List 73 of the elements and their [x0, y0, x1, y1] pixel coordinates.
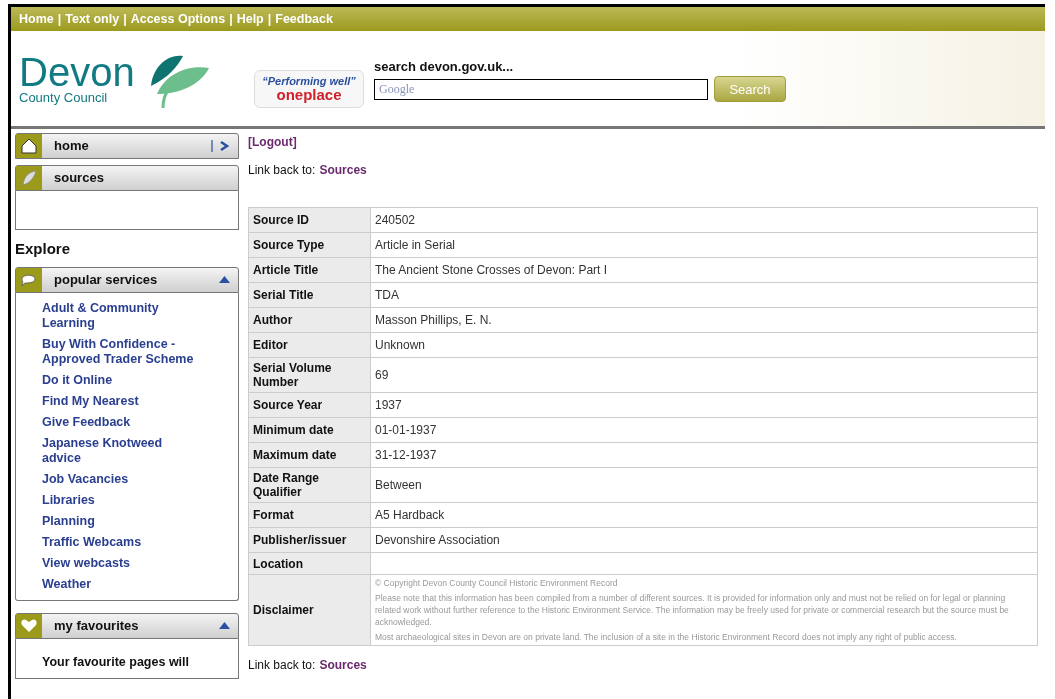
field-value: Article in Serial — [370, 232, 1038, 258]
disclaimer-text: Most archaeological sites in Devon are on private land. The inclusion of a site in the Historic Environment Record does not imply any right of public access. — [375, 631, 958, 643]
service-link[interactable]: Libraries — [42, 492, 202, 508]
field-value: 31-12-1937 — [370, 442, 1038, 468]
panel-title: popular services — [54, 270, 159, 289]
chevron-right-icon[interactable] — [210, 139, 230, 153]
panel-header[interactable]: home — [15, 133, 239, 159]
logout-link[interactable]: [Logout] — [248, 133, 297, 151]
disclaimer-text: © Copyright Devon County Council Historic Environment Record — [375, 577, 619, 589]
field-label: Source ID — [248, 207, 371, 233]
field-value: 69 — [370, 357, 1038, 393]
service-link[interactable]: Buy With Confidence - Approved Trader Scheme — [42, 336, 202, 367]
service-link[interactable]: Job Vacancies — [42, 471, 202, 487]
field-value: 01-01-1937 — [370, 417, 1038, 443]
disclaimer-text: Please note that this information has been compiled from a number of different sources. It is provided for information only and must not be relied on for legal or planning related work without further reference to the Historic Environment Service. The information may be freely used for private or commercial research but the source must be acknowledged. — [375, 592, 1010, 628]
search-field[interactable]: Google — [374, 78, 708, 100]
service-link[interactable]: Planning — [42, 513, 202, 529]
panel-title: sources — [54, 169, 105, 188]
field-label: Maximum date — [248, 442, 371, 468]
field-label: Serial Title — [248, 282, 371, 308]
field-label: Date Range Qualifier — [248, 467, 371, 503]
collapse-arrow-icon[interactable] — [219, 276, 230, 283]
field-value: A5 Hardback — [370, 502, 1038, 528]
service-link[interactable]: Adult & Community Learning — [42, 300, 202, 331]
search-label: search devon.gov.uk... — [374, 57, 515, 76]
service-link[interactable]: View webcasts — [42, 555, 202, 571]
panel-header[interactable]: sources — [15, 165, 239, 191]
field-label: Disclaimer — [248, 574, 371, 646]
field-label: Article Title — [248, 257, 371, 283]
service-link[interactable]: Japanese Knotweed advice — [42, 435, 202, 466]
field-value: The Ancient Stone Crosses of Devon: Part I — [370, 257, 1038, 283]
field-value: Devonshire Association — [370, 527, 1038, 553]
collapse-arrow-icon[interactable] — [219, 622, 230, 629]
house-icon — [19, 136, 39, 156]
field-label: Format — [248, 502, 371, 528]
sources-link[interactable]: Sources — [319, 161, 367, 179]
service-link[interactable]: Do it Online — [42, 372, 202, 388]
panel-header[interactable]: my favourites — [15, 612, 239, 639]
field-value: 240502 — [370, 207, 1038, 233]
field-label: Source Year — [248, 392, 371, 418]
field-label: Serial Volume Number — [248, 357, 371, 393]
back-label: Link back to: — [248, 162, 316, 179]
field-label: Location — [248, 552, 371, 575]
field-label: Author — [248, 307, 371, 333]
field-label: Editor — [248, 332, 371, 358]
separator: | — [267, 10, 272, 28]
separator: | — [57, 10, 62, 28]
separator: | — [123, 10, 127, 28]
field-value: Unknown — [370, 332, 1038, 358]
separator: | — [229, 10, 233, 28]
panel-title: my favourites — [54, 616, 140, 635]
field-label: Source Type — [248, 232, 371, 258]
service-link[interactable]: Find My Nearest — [42, 393, 202, 409]
explore-heading: Explore — [15, 239, 72, 259]
logo-name: Devon — [19, 53, 135, 91]
favourites-text: Your favourite pages will — [42, 654, 190, 669]
sources-link[interactable]: Sources — [319, 656, 367, 674]
service-link[interactable]: Give Feedback — [42, 414, 202, 430]
field-value: Between — [370, 467, 1038, 503]
field-label: Minimum date — [248, 417, 371, 443]
panel-title: home — [54, 137, 90, 156]
logo-subtitle: County Council — [19, 91, 109, 104]
field-value: 1937 — [370, 392, 1038, 418]
leaf-icon — [19, 168, 39, 188]
badge-tagline: “Performing well” — [262, 75, 356, 87]
badge-brand: oneplace — [276, 86, 342, 102]
field-label: Publisher/issuer — [248, 527, 371, 553]
field-value: Masson Phillips, E. N. — [370, 307, 1038, 333]
service-link[interactable]: Traffic Webcams — [42, 534, 202, 550]
back-label: Link back to: — [248, 657, 316, 674]
field-value: TDA — [370, 282, 1038, 308]
service-link[interactable]: Weather — [42, 576, 202, 592]
panel-header[interactable]: popular services — [15, 266, 239, 293]
